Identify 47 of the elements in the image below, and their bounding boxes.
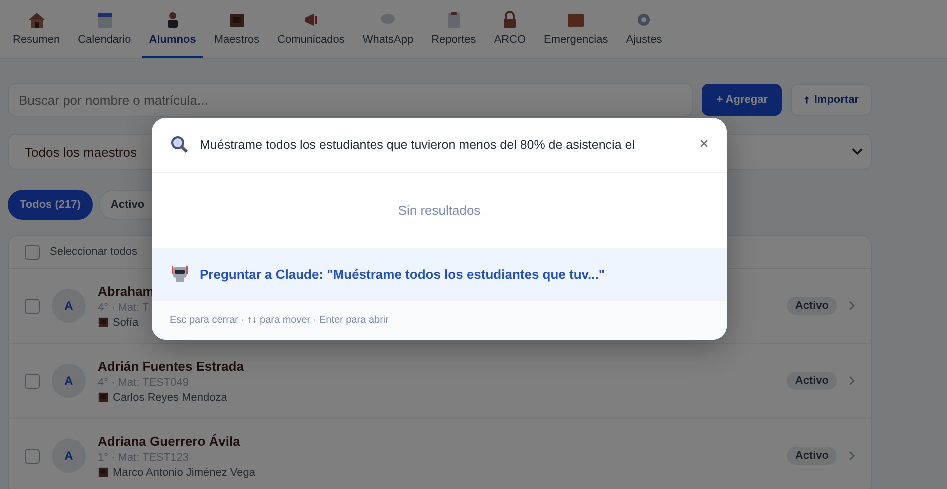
status-badge: Activo: [787, 297, 837, 315]
search-field[interactable]: Buscar por nombre o matrícula...: [8, 83, 694, 117]
student-name: Adrián Fuentes Estrada: [98, 358, 244, 374]
nav-tab[interactable]: Reportes: [424, 0, 484, 58]
chevron-right-icon[interactable]: [849, 376, 855, 386]
nav-tab[interactable]: ARCO: [487, 0, 534, 58]
ask-claude-item[interactable]: Preguntar a Claude: "Muéstrame todos los estudiantes que tuv...": [152, 248, 727, 301]
checkbox[interactable]: [25, 374, 40, 388]
toolbar-button[interactable]: + Agregar: [702, 84, 782, 116]
avatar: A: [52, 289, 86, 323]
toolbar-button[interactable]: Importar: [791, 84, 872, 116]
empty-message: Sin resultados: [398, 203, 481, 218]
upload-icon: [804, 95, 810, 105]
avatar: A: [52, 364, 86, 398]
status-badge: Activo: [787, 372, 837, 390]
close-button[interactable]: ×: [698, 136, 711, 154]
student-name: Adriana Guerrero Ávila: [98, 434, 240, 448]
nav-tab[interactable]: Ajustes: [619, 0, 670, 58]
nav-tab[interactable]: Calendario: [71, 0, 138, 58]
student-name: Abraham: [98, 284, 154, 298]
board-icon: [98, 467, 109, 478]
robot-icon: [170, 264, 190, 284]
checkbox[interactable]: [25, 448, 40, 464]
search-icon: [170, 135, 190, 155]
nav-tab[interactable]: Comunicados: [270, 0, 352, 58]
nav-tab[interactable]: Resumen: [6, 0, 68, 58]
checkbox[interactable]: [25, 244, 40, 260]
teacher-name: Marco Antonio Jiménez Vega: [113, 466, 256, 478]
nav-tab[interactable]: WhatsApp: [356, 0, 421, 58]
query-field[interactable]: Muéstrame todos los estudiantes que tuvieron menos del 80% de asistencia el: [200, 138, 688, 152]
nav-tab[interactable]: Emergencias: [537, 0, 616, 58]
chevron-down-icon: [852, 148, 863, 156]
nav-tab[interactable]: Maestros: [207, 0, 267, 58]
chevron-right-icon[interactable]: [849, 301, 855, 311]
chevron-right-icon[interactable]: [849, 451, 855, 461]
board-icon: [98, 317, 109, 328]
status-badge: Activo: [787, 447, 837, 465]
teacher-name: Sofía: [113, 316, 139, 328]
tab-icon: [26, 10, 47, 30]
select-all-label: Seleccionar todos: [50, 246, 138, 258]
teacher-name: Carlos Reyes Mendoza: [113, 392, 228, 404]
board-icon: [98, 392, 109, 403]
keyboard-hint: Esc para cerrar · ↑↓ para mover · Enter para abrir: [170, 315, 389, 326]
checkbox[interactable]: [25, 298, 40, 314]
filter-chip[interactable]: Todos (217): [8, 190, 93, 220]
nav-tab[interactable]: Alumnos: [142, 0, 204, 58]
avatar: A: [52, 439, 86, 473]
